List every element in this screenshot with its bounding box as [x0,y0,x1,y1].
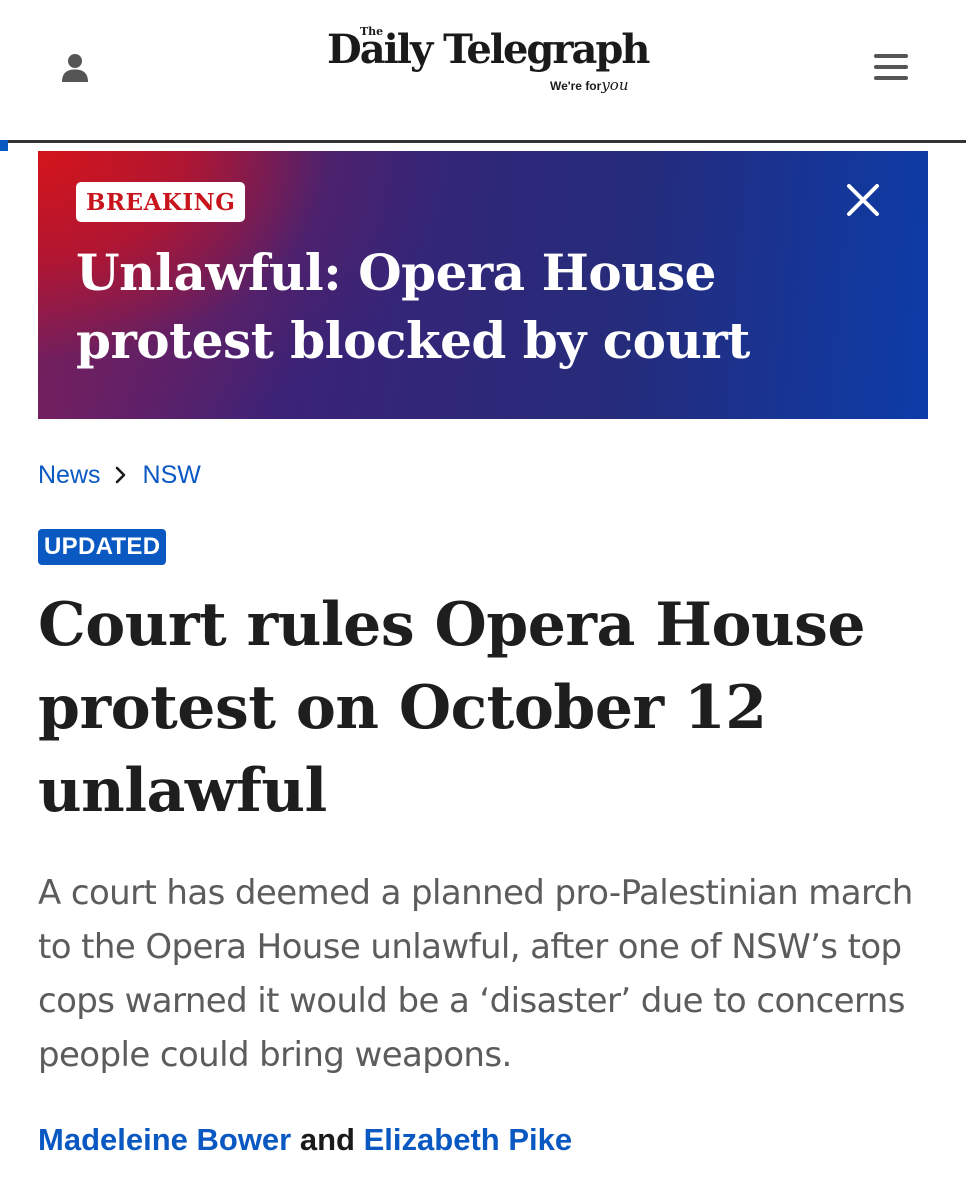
logo-wordmark: Daily Telegraph [327,26,650,73]
author-link-madeleine-bower[interactable]: Madeleine Bower [38,1122,291,1157]
article-headline: Court rules Opera House protest on Octob… [38,590,866,826]
breadcrumb: News NSW [38,458,201,492]
breaking-close-button[interactable] [838,175,888,225]
author-link-elizabeth-pike[interactable]: Elizabeth Pike [364,1122,572,1157]
menu-button[interactable] [866,44,916,90]
updated-badge: UPDATED [38,529,167,565]
site-logo[interactable]: The Daily Telegraph We're foryou [300,18,666,102]
logo-tagline-script: you [601,76,629,94]
breaking-news-banner[interactable]: BREAKING Unlawful: Opera House protest b… [38,151,928,419]
reading-progress-track [0,140,966,143]
breadcrumb-news[interactable]: News [38,461,101,490]
logo-tagline-text: We're for [550,79,602,93]
close-icon [847,184,879,216]
hamburger-menu-icon [874,54,908,80]
chevron-right-icon [115,466,127,484]
site-header: The Daily Telegraph We're foryou [0,0,966,140]
article-standfirst: A court has deemed a planned pro-Palesti… [38,873,913,1075]
account-button[interactable] [52,44,98,90]
reading-progress-fill [0,140,8,151]
article-byline: Madeleine Bower and Elizabeth Pike [38,1118,572,1162]
breadcrumb-nsw[interactable]: NSW [143,461,201,490]
breaking-badge: BREAKING [76,182,246,222]
user-icon [62,54,88,82]
logo-tagline: We're foryou [550,76,628,94]
breaking-headline[interactable]: Unlawful: Opera House protest blocked by… [76,239,906,375]
byline-joiner: and [300,1122,364,1157]
byline-joiner-text: and [299,1122,355,1157]
